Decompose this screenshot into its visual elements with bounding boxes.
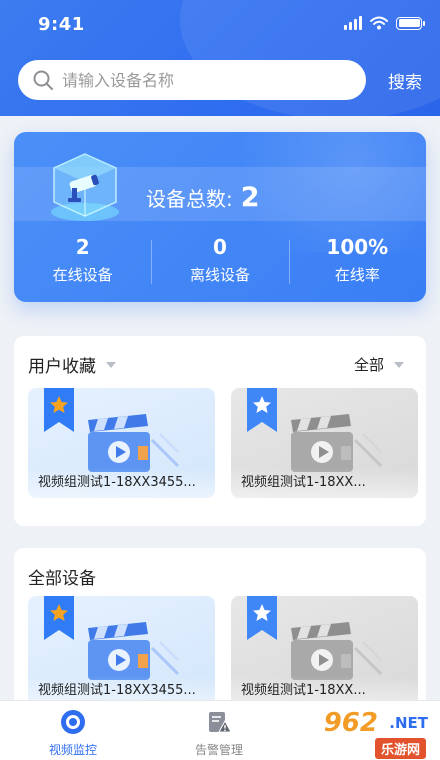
- status-bar: 9:41: [0, 0, 440, 50]
- total-devices-label: 设备总数:: [146, 187, 233, 211]
- search-input[interactable]: [62, 70, 332, 90]
- device-stats-card: 设备总数: 2 2 在线设备 0 离线设备 100% 在线率: [14, 132, 426, 302]
- total-devices: 设备总数: 2: [146, 182, 260, 213]
- device-card[interactable]: 视频组测试1-18XX3455...: [28, 596, 215, 706]
- device-card[interactable]: 视频组测试1-18XX...: [231, 388, 418, 498]
- nav-item-alarm-management[interactable]: 告警管理: [146, 701, 292, 760]
- video-thumbnail-icon: [88, 622, 180, 680]
- status-icons: [344, 16, 425, 30]
- video-thumbnail-icon: [291, 414, 383, 472]
- favorite-ribbon-icon: [44, 388, 74, 432]
- favorite-ribbon-icon: [247, 388, 277, 432]
- search-bar[interactable]: [18, 60, 366, 100]
- watermark-net: .NET: [389, 714, 428, 732]
- stats-row: 2 在线设备 0 离线设备 100% 在线率: [14, 232, 426, 292]
- all-device-list: 视频组测试1-18XX3455... 视频组测试1-18XX...: [28, 596, 418, 706]
- device-name: 视频组测试1-18XX3455...: [28, 468, 215, 498]
- app-header: 9:41 搜索: [0, 0, 440, 116]
- nav-label: 告警管理: [194, 743, 243, 757]
- search-icon: [33, 70, 53, 90]
- device-card[interactable]: 视频组测试1-18XX3455...: [28, 388, 215, 498]
- search-button[interactable]: 搜索: [388, 68, 422, 93]
- camera-lens-icon: [61, 710, 85, 734]
- stat-online: 2 在线设备: [14, 232, 151, 292]
- camera-cube-icon: [51, 153, 119, 221]
- video-thumbnail-icon: [291, 622, 383, 680]
- filter-label: 全部: [353, 356, 384, 374]
- stat-offline: 0 离线设备: [151, 232, 288, 292]
- battery-icon: [396, 16, 425, 30]
- stat-value: 100%: [326, 235, 389, 259]
- watermark-sub: 乐游网: [374, 738, 426, 759]
- stat-value: 0: [213, 235, 227, 259]
- favorites-device-list: 视频组测试1-18XX3455... 视频组测试1-18XX...: [28, 388, 418, 498]
- stat-online-rate: 100% 在线率: [288, 232, 426, 292]
- favorites-title: 用户收藏: [28, 357, 96, 377]
- stat-label: 在线率: [334, 266, 380, 284]
- caret-down-icon: [106, 361, 116, 368]
- watermark-logo: 962: [323, 708, 378, 738]
- device-card[interactable]: 视频组测试1-18XX...: [231, 596, 418, 706]
- total-devices-value: 2: [240, 182, 260, 213]
- signal-icon: [344, 16, 362, 30]
- status-time: 9:41: [38, 14, 85, 35]
- wifi-icon: [370, 16, 388, 30]
- favorite-ribbon-icon: [247, 596, 277, 640]
- stat-label: 离线设备: [189, 266, 250, 284]
- nav-label: 视频监控: [48, 743, 97, 757]
- favorites-filter-dropdown[interactable]: 全部: [354, 354, 404, 375]
- favorites-title-dropdown[interactable]: 用户收藏: [28, 352, 116, 377]
- stat-value: 2: [75, 235, 90, 259]
- stat-label: 在线设备: [52, 266, 113, 284]
- all-devices-panel: 全部设备 视频组测试1-18XX3455... 视频组测试1-18XX...: [14, 548, 426, 708]
- caret-down-icon: [394, 361, 404, 368]
- alarm-doc-icon: [209, 712, 232, 733]
- nav-item-video-monitor[interactable]: 视频监控: [0, 701, 146, 760]
- favorite-ribbon-icon: [44, 596, 74, 640]
- device-name: 视频组测试1-18XX...: [231, 468, 418, 498]
- favorites-panel: 用户收藏 全部 视频组测试1-18XX3455... 视频组测试1-18XX..…: [14, 336, 426, 526]
- video-thumbnail-icon: [88, 414, 180, 472]
- all-devices-title: 全部设备: [28, 569, 96, 589]
